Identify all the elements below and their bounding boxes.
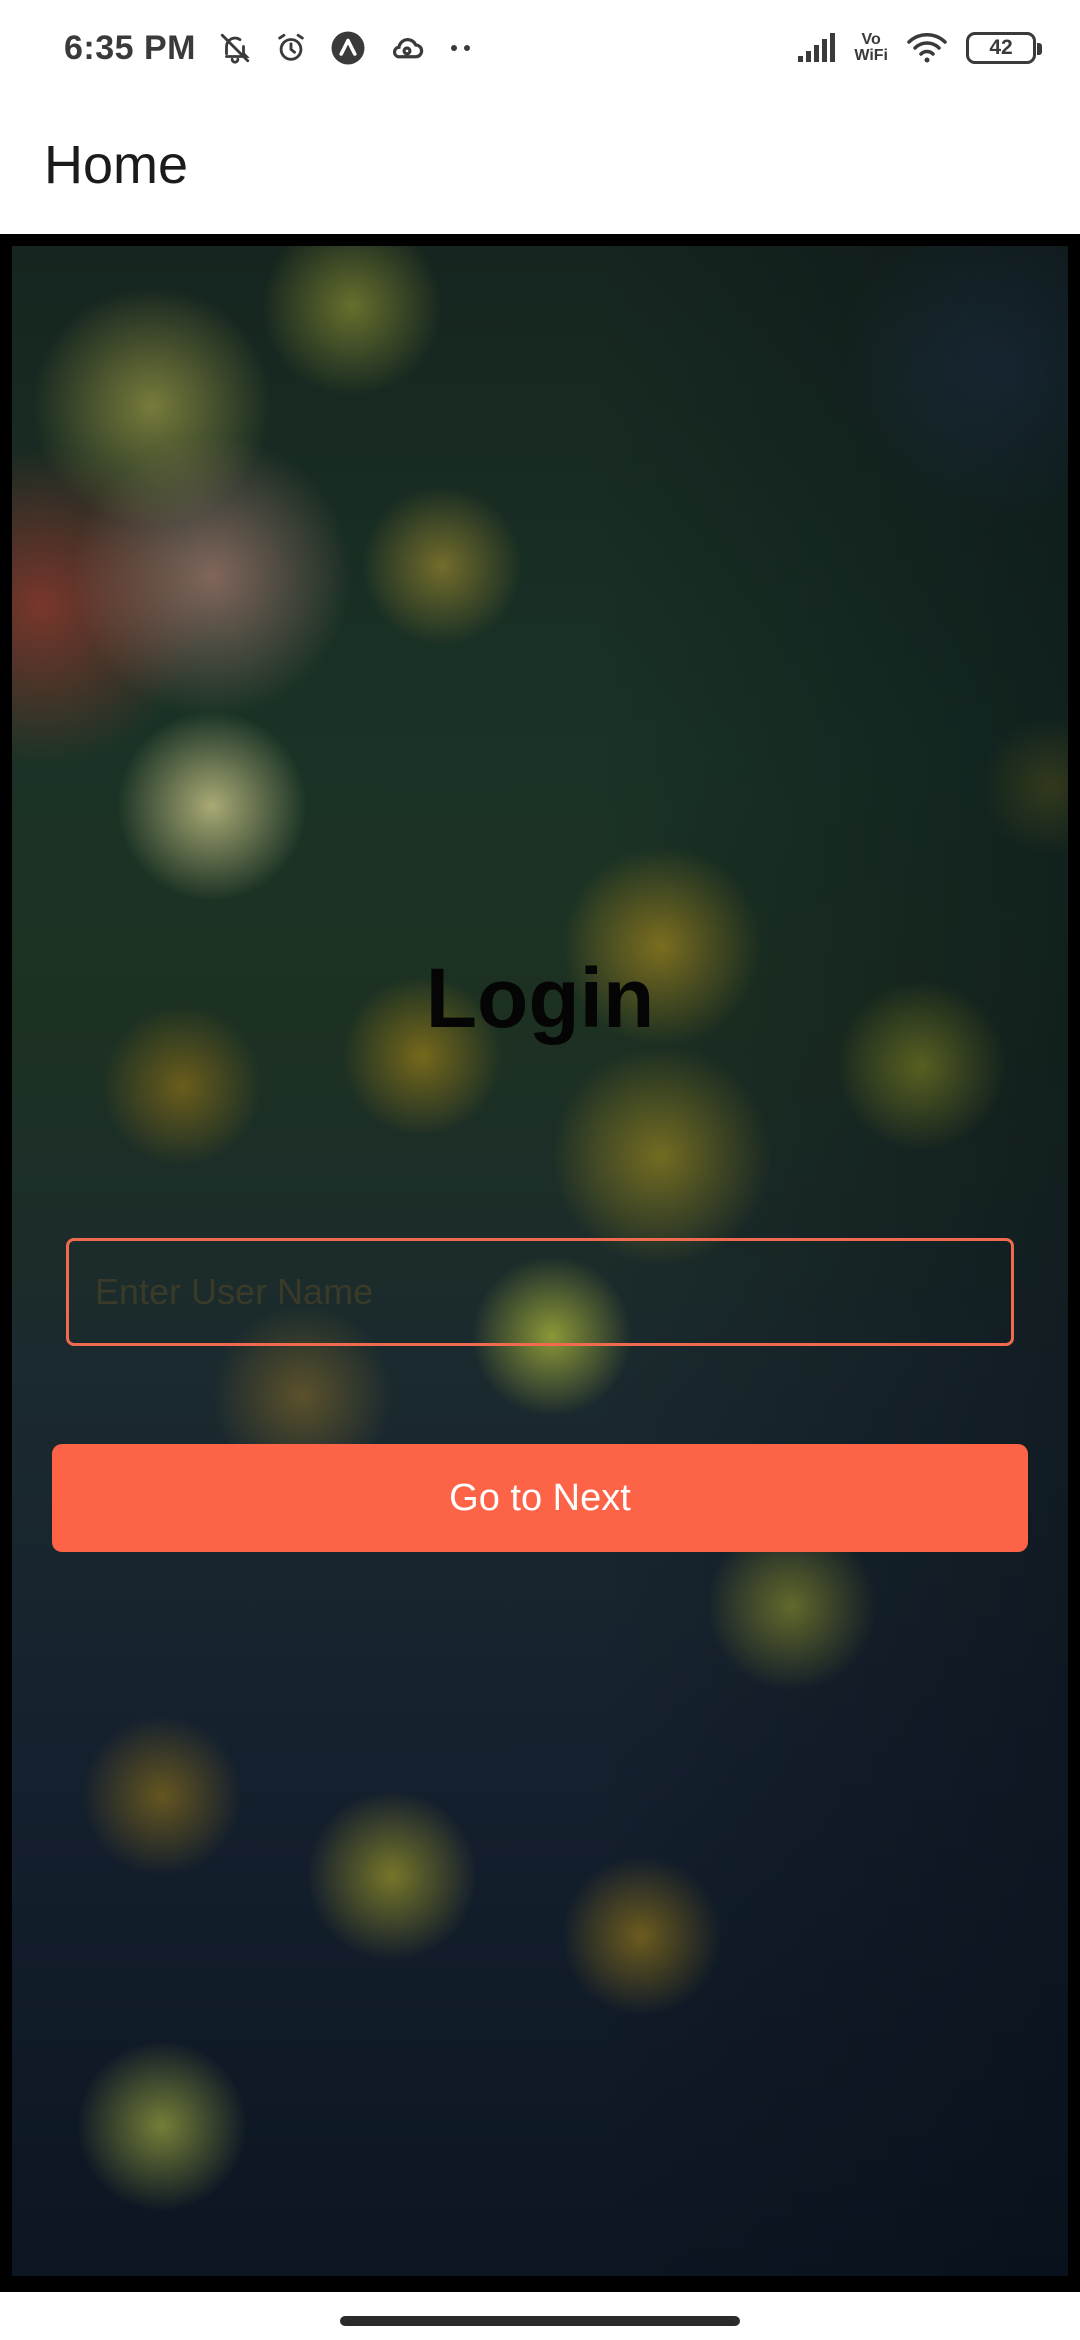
vowifi-icon: Vo WiFi <box>854 32 888 64</box>
status-time: 6:35 PM <box>64 28 196 67</box>
app-bar: Home <box>0 96 1080 234</box>
page-title: Home <box>44 135 189 195</box>
app-icon <box>330 30 366 66</box>
vowifi-top-label: Vo <box>861 31 881 48</box>
alarm-icon <box>274 31 308 65</box>
home-indicator[interactable] <box>340 2316 740 2326</box>
signal-icon <box>796 32 836 64</box>
status-right: Vo WiFi 42 <box>796 31 1042 65</box>
battery-indicator: 42 <box>966 32 1042 64</box>
login-title: Login <box>425 951 655 1045</box>
status-left: 6:35 PM <box>64 29 474 68</box>
go-to-next-button[interactable]: Go to Next <box>52 1444 1028 1552</box>
gesture-nav-bar <box>0 2292 1080 2340</box>
vowifi-bottom-label: WiFi <box>854 47 888 64</box>
wifi-icon <box>906 31 948 65</box>
cloud-icon <box>388 32 426 64</box>
bell-off-icon <box>218 31 252 65</box>
status-bar: 6:35 PM Vo WiFi 42 <box>0 0 1080 96</box>
username-input[interactable] <box>66 1238 1014 1346</box>
more-dots-icon <box>448 43 474 53</box>
